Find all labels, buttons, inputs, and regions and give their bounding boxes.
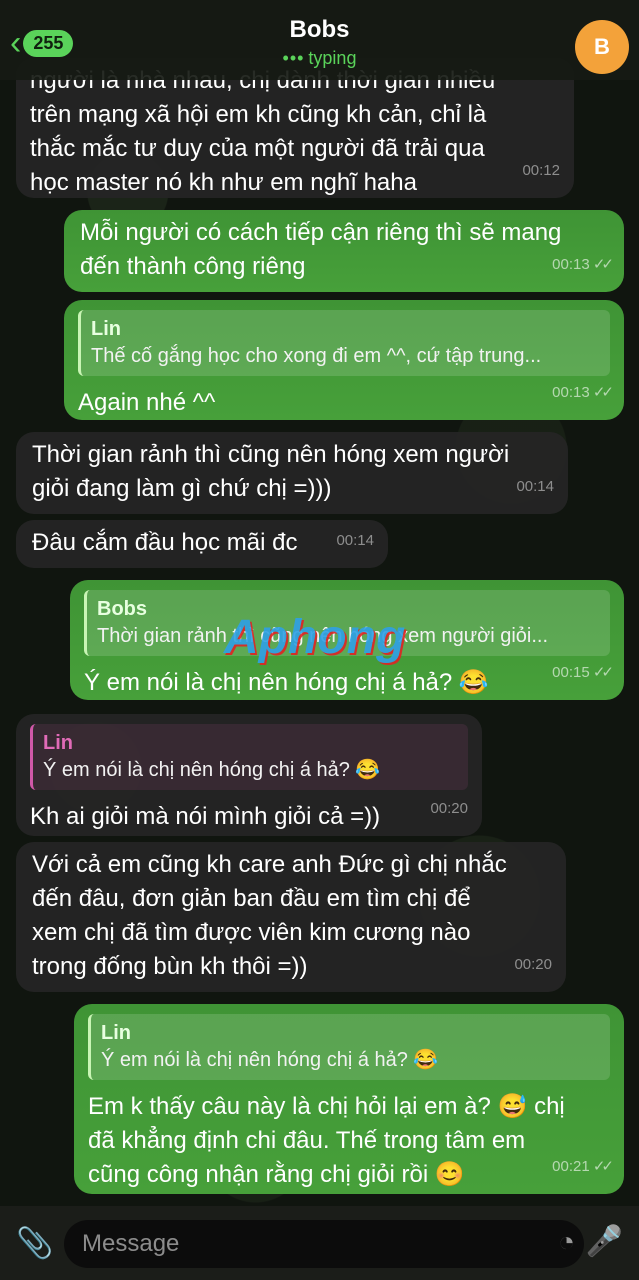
message-bubble-outgoing[interactable]: Lin Thế cố gắng học cho xong đi em ^^, c…	[64, 300, 624, 420]
message-text: Đâu cắm đầu học mãi đc	[32, 529, 298, 556]
message-bubble-incoming[interactable]: Lin Ý em nói là chị nên hóng chị á hả? 😂…	[16, 714, 482, 836]
message-time: 00:20	[514, 956, 552, 973]
read-checkmarks-icon: ✓✓	[592, 664, 614, 681]
reply-text: Ý em nói là chị nên hóng chị á hả? 😂	[101, 1049, 439, 1071]
message-text: Kh ai giỏi mà nói mình giỏi cả =))	[30, 803, 381, 830]
chat-title-area[interactable]: Bobs ••• typing	[0, 16, 639, 69]
reply-quote[interactable]: Lin Ý em nói là chị nên hóng chị á hả? 😂	[30, 724, 468, 790]
message-time: 00:15 ✓✓	[552, 664, 614, 681]
microphone-icon[interactable]: 🎤	[586, 1224, 623, 1259]
paperclip-icon[interactable]: 📎	[16, 1226, 53, 1261]
reply-author: Lin	[101, 1022, 131, 1044]
message-time: 00:14	[336, 532, 374, 549]
reply-quote[interactable]: Lin Ý em nói là chị nên hóng chị á hả? 😂	[88, 1014, 610, 1080]
message-bubble-outgoing[interactable]: Lin Ý em nói là chị nên hóng chị á hả? 😂…	[74, 1004, 624, 1194]
message-input[interactable]: Message	[64, 1220, 584, 1268]
read-checkmarks-icon: ✓✓	[592, 1158, 614, 1175]
message-text: Mỗi người có cách tiếp cận riêng thì sẽ …	[80, 219, 562, 280]
message-time: 00:21 ✓✓	[552, 1158, 614, 1175]
chat-header: ‹ 255 Bobs ••• typing B	[0, 0, 639, 80]
reply-author: Lin	[43, 732, 73, 754]
message-time: 00:20	[430, 800, 468, 817]
sticker-icon[interactable]: ◔	[558, 1226, 575, 1258]
read-checkmarks-icon: ✓✓	[592, 256, 614, 273]
reply-text: Thế cố gắng học cho xong đi em ^^, cứ tậ…	[91, 345, 542, 367]
read-checkmarks-icon: ✓✓	[592, 384, 614, 401]
message-time: 00:14	[516, 478, 554, 495]
message-composer: 📎 Message ◔ 🎤	[0, 1206, 639, 1280]
reply-text: Ý em nói là chị nên hóng chị á hả? 😂	[43, 759, 381, 781]
status-text: typing	[308, 48, 357, 68]
message-bubble-incoming[interactable]: Đâu cắm đầu học mãi đc 00:14	[16, 520, 388, 568]
message-time: 00:13 ✓✓	[552, 256, 614, 273]
message-text: Thời gian rảnh thì cũng nên hóng xem ngư…	[32, 441, 510, 502]
chat-title: Bobs	[289, 16, 350, 43]
message-time: 00:13 ✓✓	[552, 384, 614, 401]
avatar-letter: B	[594, 34, 610, 59]
message-text: người là nhà nhau, chị dành thời gian nh…	[30, 67, 496, 196]
reply-quote[interactable]: Lin Thế cố gắng học cho xong đi em ^^, c…	[78, 310, 610, 376]
reply-author: Lin	[91, 318, 121, 340]
message-time: 00:12	[522, 162, 560, 179]
message-bubble-outgoing[interactable]: Mỗi người có cách tiếp cận riêng thì sẽ …	[64, 210, 624, 292]
chat-status: ••• typing	[0, 48, 639, 69]
message-text: Em k thấy câu này là chị hỏi lại em à? 😅…	[88, 1093, 565, 1188]
message-bubble-incoming[interactable]: Với cả em cũng kh care anh Đức gì chị nh…	[16, 842, 566, 992]
message-bubble-incoming[interactable]: Thời gian rảnh thì cũng nên hóng xem ngư…	[16, 432, 568, 514]
message-text: Ý em nói là chị nên hóng chị á hả? 😂	[84, 669, 489, 696]
message-text: Với cả em cũng kh care anh Đức gì chị nh…	[32, 851, 507, 980]
typing-dots-icon: •••	[282, 48, 305, 68]
message-text: Again nhé ^^	[78, 389, 216, 416]
avatar[interactable]: B	[575, 20, 629, 74]
watermark-logo: Aphong	[224, 611, 406, 664]
